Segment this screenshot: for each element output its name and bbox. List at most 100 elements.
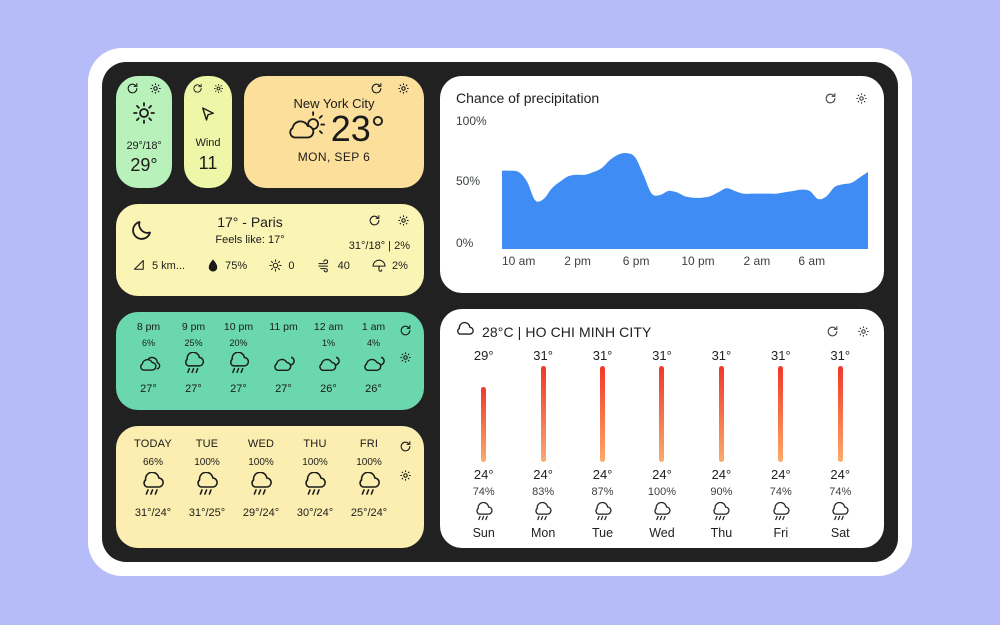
refresh-icon[interactable]	[399, 440, 412, 453]
widget-wind[interactable]: Wind 11	[184, 76, 232, 188]
hcmc-low-temp: 24°	[652, 467, 672, 482]
hcmc-bar-wrap	[540, 366, 546, 462]
refresh-icon[interactable]	[126, 82, 139, 95]
hourly-temp: 27°	[185, 383, 202, 395]
x-tick-label: 10 am	[502, 254, 536, 268]
rain-icon	[355, 471, 383, 499]
hcmc-controls	[826, 325, 870, 338]
hourly-item[interactable]: 11 pm 27°	[261, 321, 306, 401]
y-tick-label: 0%	[456, 236, 474, 250]
refresh-icon[interactable]	[399, 324, 412, 337]
hcmc-day-item[interactable]: 31° 24° 74% Fri	[751, 348, 810, 540]
hcmc-bar-wrap	[837, 366, 843, 462]
paris-stat-precip: 2%	[371, 258, 408, 273]
gear-icon[interactable]	[855, 92, 868, 105]
widget-new-york-city[interactable]: New York City 23° MON, SEP 6	[244, 76, 424, 188]
gear-icon[interactable]	[857, 325, 870, 338]
hcmc-day-label: Fri	[773, 526, 789, 540]
gear-icon[interactable]	[213, 82, 224, 95]
hourly-item[interactable]: 12 am 1% 26°	[306, 321, 351, 401]
daily-item[interactable]: TUE 100% 31°/25°	[180, 438, 234, 536]
hourly-item[interactable]: 1 am 4% 26°	[351, 321, 396, 401]
hourly-temp: 26°	[365, 383, 382, 395]
hcmc-day-item[interactable]: 31° 24° 100% Wed	[632, 348, 691, 540]
paris-controls	[368, 214, 410, 227]
hourly-item[interactable]: 9 pm 25% 27°	[171, 321, 216, 401]
hourly-precip: 4%	[366, 338, 380, 348]
hcmc-low-temp: 24°	[830, 467, 851, 482]
hcmc-day-columns: 29° 24° 74% Sun 31° 24° 83% Mon 31° 24° …	[454, 348, 870, 540]
refresh-icon[interactable]	[826, 325, 839, 338]
refresh-icon[interactable]	[370, 82, 383, 95]
daily-item[interactable]: THU 100% 30°/24°	[288, 438, 342, 536]
paris-stats-row: 5 km... 75% 0 40 2%	[130, 258, 410, 273]
paris-precip-value: 2%	[392, 259, 408, 272]
moon-icon	[130, 214, 160, 247]
rain-icon	[181, 351, 207, 377]
card-precipitation-chart[interactable]: Chance of precipitation 100% 50% 0% 10 a…	[440, 76, 884, 293]
hourly-item[interactable]: 10 pm 20% 27°	[216, 321, 261, 401]
daily-day: TUE	[195, 438, 219, 450]
hourly-time: 12 am	[313, 321, 344, 333]
x-tick-label: 2 pm	[564, 254, 591, 268]
refresh-icon[interactable]	[192, 82, 203, 95]
hcmc-high-temp: 31°	[711, 348, 732, 363]
refresh-icon[interactable]	[824, 92, 837, 105]
daily-item[interactable]: FRI 100% 25°/24°	[342, 438, 396, 536]
card-hcmc-forecast[interactable]: 28°C | HO CHI MINH CITY 29° 24° 74% Sun …	[440, 309, 884, 548]
rain-icon	[532, 501, 554, 523]
hcmc-bar-wrap	[778, 366, 784, 462]
refresh-icon[interactable]	[368, 214, 381, 227]
hourly-precip: 20%	[229, 338, 248, 348]
hcmc-bar-wrap	[659, 366, 665, 462]
daily-item[interactable]: WED 100% 29°/24°	[234, 438, 288, 536]
wind-value: 11	[198, 153, 218, 173]
widget-uv-temp[interactable]: 29°/18° 29°	[116, 76, 172, 188]
hcmc-low-temp: 24°	[711, 467, 732, 482]
gear-icon[interactable]	[149, 82, 162, 95]
rain-icon	[226, 351, 252, 377]
x-tick-label: 2 am	[743, 254, 771, 268]
card-daily-forecast[interactable]: TODAY 66% 31°/24° TUE 100% 31°/25° WED 1…	[116, 426, 424, 548]
paris-wind-value: 40	[337, 259, 350, 272]
device-frame: 29°/18° 29° Wind 11 New York City 23° MO…	[88, 48, 912, 576]
daily-temp: 31°/25°	[188, 507, 226, 519]
daily-precip: 100%	[194, 457, 220, 468]
hcmc-day-item[interactable]: 31° 24° 83% Mon	[513, 348, 572, 540]
hcmc-day-item[interactable]: 31° 24° 74% Sat	[811, 348, 870, 540]
x-tick-label: 6 pm	[622, 254, 650, 268]
precip-controls	[824, 92, 868, 105]
hcmc-day-item[interactable]: 31° 24° 87% Tue	[573, 348, 632, 540]
hourly-controls	[396, 321, 414, 401]
hcmc-temp-bar	[600, 366, 606, 462]
hourly-columns: 8 pm 6% 27° 9 pm 25% 27° 10 pm 20% 27° 1…	[126, 321, 396, 401]
daily-item[interactable]: TODAY 66% 31°/24°	[126, 438, 180, 536]
hcmc-day-item[interactable]: 31° 24° 90% Thu	[692, 348, 751, 540]
card-paris-current[interactable]: 31°/18° | 2% 17° - Paris Feels like: 17°	[116, 204, 424, 296]
gear-icon[interactable]	[399, 469, 412, 482]
hourly-temp: 27°	[230, 383, 247, 395]
hcmc-temp-bar	[718, 366, 724, 462]
hourly-time: 11 pm	[269, 321, 298, 333]
paris-stat-uv: 0	[268, 258, 294, 273]
gear-icon[interactable]	[397, 82, 410, 95]
paris-visibility-value: 5 km...	[152, 259, 186, 272]
hcmc-temp-bar	[778, 366, 784, 462]
hcmc-day-item[interactable]: 29° 24° 74% Sun	[454, 348, 513, 540]
hcmc-high-temp: 29°	[473, 348, 494, 363]
gear-icon[interactable]	[399, 351, 412, 364]
hcmc-day-label: Sat	[830, 526, 850, 540]
hourly-item[interactable]: 8 pm 6% 27°	[126, 321, 171, 401]
hcmc-day-label: Tue	[592, 526, 614, 540]
precip-area-plot	[502, 114, 868, 249]
rain-icon	[829, 501, 851, 523]
precip-area-svg	[502, 153, 868, 249]
daily-temp: 31°/24°	[134, 507, 172, 519]
rain-icon	[301, 471, 329, 499]
gear-icon[interactable]	[397, 214, 410, 227]
hourly-time: 8 pm	[136, 321, 161, 333]
hcmc-temp-bar	[540, 366, 546, 462]
daily-day: TODAY	[134, 438, 172, 450]
x-tick-label: 10 pm	[681, 254, 715, 268]
card-hourly-forecast[interactable]: 8 pm 6% 27° 9 pm 25% 27° 10 pm 20% 27° 1…	[116, 312, 424, 410]
